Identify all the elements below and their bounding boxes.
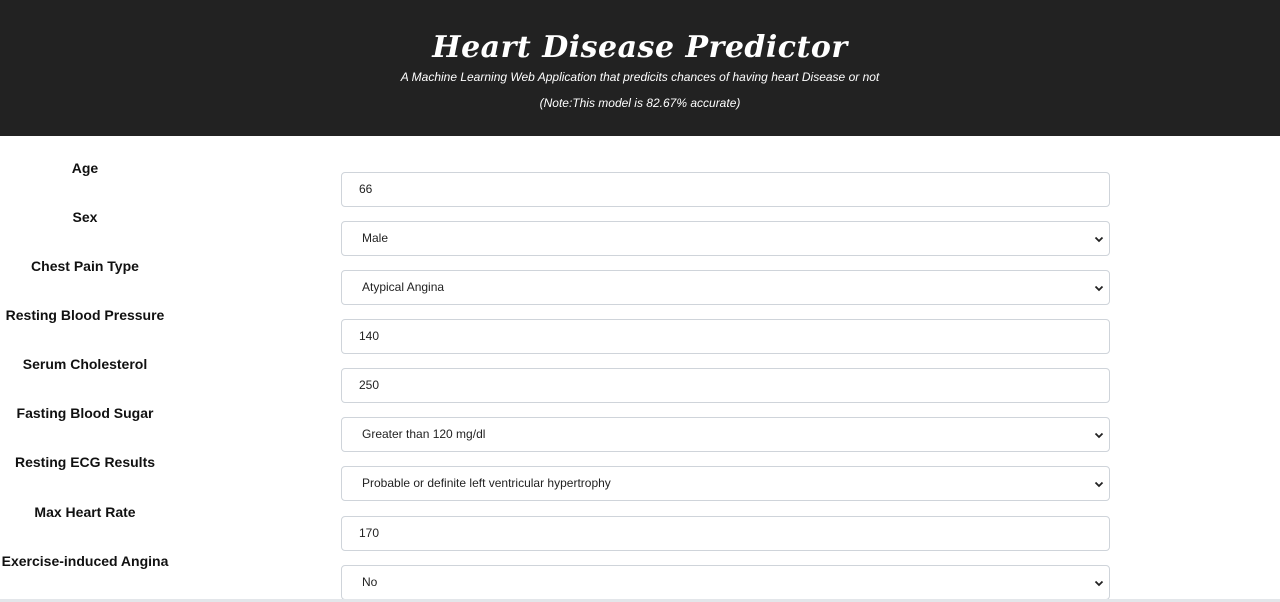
cholesterol-value: 250 [359,378,380,392]
form-row-resting-bp: Resting Blood Pressure 140 [0,307,1280,356]
exercise-angina-label: Exercise-induced Angina [1,553,169,569]
max-heart-rate-value: 170 [359,526,380,540]
chest-pain-value: Atypical Angina [362,280,445,294]
accuracy-note: (Note:This model is 82.67% accurate) [539,96,741,110]
chevron-down-icon [1094,432,1104,439]
fasting-sugar-value: Greater than 120 mg/dl [362,427,486,441]
cholesterol-input[interactable]: 250 [341,368,1110,403]
chevron-down-icon [1094,481,1104,488]
cholesterol-label: Serum Cholesterol [22,356,148,372]
age-value: 66 [359,182,373,196]
exercise-angina-select[interactable]: No [341,565,1110,600]
chevron-down-icon [1094,580,1104,587]
max-heart-rate-input[interactable]: 170 [341,516,1110,551]
page-title: Heart Disease Predictor [432,30,848,65]
page-header: Heart Disease Predictor A Machine Learni… [0,0,1280,136]
exercise-angina-value: No [362,575,378,589]
form-row-max-heart-rate: Max Heart Rate 170 [0,504,1280,553]
chevron-down-icon [1094,285,1104,292]
ecg-label: Resting ECG Results [14,454,156,470]
fasting-sugar-label: Fasting Blood Sugar [16,405,154,421]
resting-bp-input[interactable]: 140 [341,319,1110,354]
max-heart-rate-label: Max Heart Rate [34,504,136,520]
chest-pain-label: Chest Pain Type [31,258,139,274]
resting-bp-label: Resting Blood Pressure [5,307,165,323]
ecg-value: Probable or definite left ventricular hy… [362,476,611,490]
form-row-fasting-sugar: Fasting Blood Sugar Greater than 120 mg/… [0,405,1280,454]
sex-value: Male [362,231,389,245]
form-row-ecg: Resting ECG Results Probable or definite… [0,454,1280,503]
form-row-exercise-angina: Exercise-induced Angina No [0,553,1280,602]
page-subtitle: A Machine Learning Web Application that … [400,70,880,84]
chevron-down-icon [1094,236,1104,243]
form-row-chest-pain: Chest Pain Type Atypical Angina [0,258,1280,307]
sex-select[interactable]: Male [341,221,1110,256]
ecg-select[interactable]: Probable or definite left ventricular hy… [341,466,1110,501]
fasting-sugar-select[interactable]: Greater than 120 mg/dl [341,417,1110,452]
age-input[interactable]: 66 [341,172,1110,207]
sex-label: Sex [72,209,98,225]
form-row-age: Age 66 [0,160,1280,209]
form-row-sex: Sex Male [0,209,1280,258]
chest-pain-select[interactable]: Atypical Angina [341,270,1110,305]
resting-bp-value: 140 [359,329,380,343]
age-label: Age [71,160,99,176]
form-row-cholesterol: Serum Cholesterol 250 [0,356,1280,405]
